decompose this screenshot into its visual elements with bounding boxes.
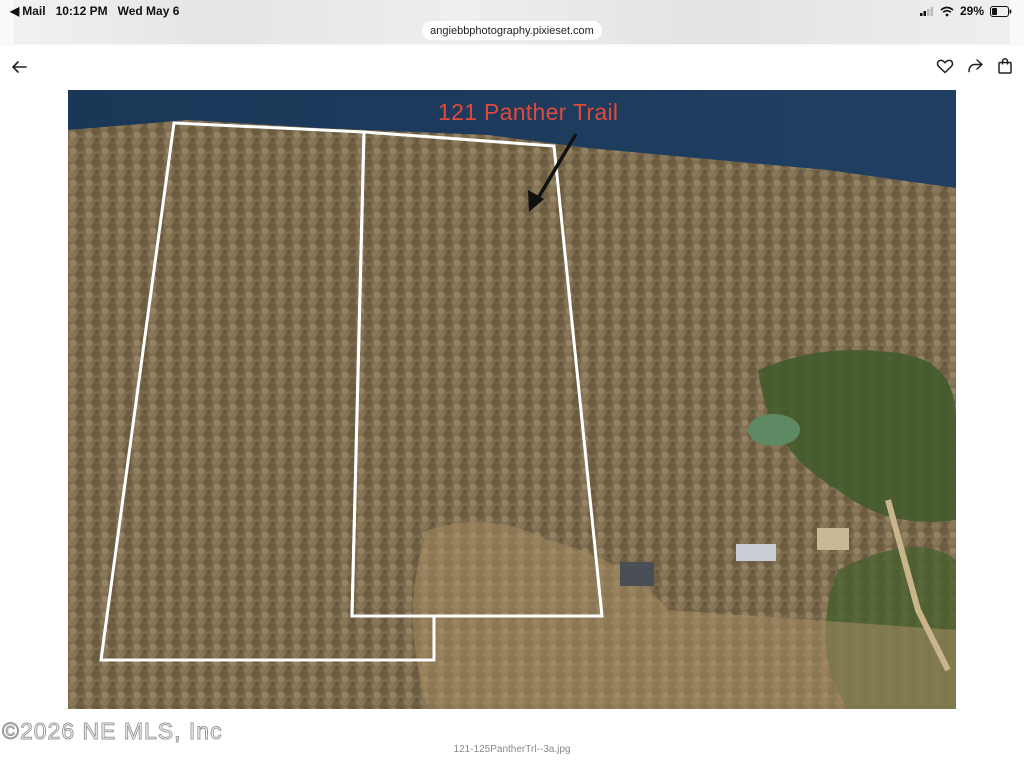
status-time: 10:12 PM bbox=[55, 4, 108, 18]
aerial-photo-drawing bbox=[68, 90, 956, 709]
house-roof-2 bbox=[736, 544, 776, 561]
cellular-signal-icon bbox=[919, 7, 933, 16]
share-arrow-icon[interactable] bbox=[966, 57, 984, 75]
battery-percent: 29% bbox=[959, 4, 984, 18]
url-bar[interactable]: angiebbphotography.pixieset.com bbox=[422, 21, 602, 40]
status-left: ◀ Mail 10:12 PM Wed May 6 bbox=[10, 4, 179, 18]
mls-watermark: ©2026 NE MLS, Inc bbox=[2, 718, 223, 745]
status-date: Wed May 6 bbox=[117, 4, 180, 18]
back-arrow-icon[interactable] bbox=[10, 58, 28, 76]
image-filename: 121-125PantherTrl--3a.jpg bbox=[453, 744, 571, 755]
battery-icon bbox=[990, 5, 1012, 17]
house-roof-1 bbox=[620, 562, 654, 586]
house-roof-3 bbox=[817, 528, 849, 550]
status-right: 29% bbox=[919, 4, 1012, 18]
ios-status-bar: ◀ Mail 10:12 PM Wed May 6 29% angiebbpho… bbox=[0, 0, 1024, 46]
toolbar-actions bbox=[936, 57, 1014, 75]
pond bbox=[748, 414, 800, 446]
gallery-toolbar bbox=[0, 52, 1024, 82]
property-label-overlay: 121 Panther Trail bbox=[438, 99, 619, 125]
heart-icon[interactable] bbox=[936, 57, 954, 75]
back-triangle-icon: ◀ bbox=[10, 4, 20, 18]
aerial-property-photo[interactable] bbox=[68, 90, 956, 709]
wifi-icon bbox=[940, 6, 954, 16]
back-app-label: Mail bbox=[22, 4, 46, 18]
shopping-bag-icon[interactable] bbox=[996, 57, 1014, 75]
back-to-app-link[interactable]: ◀ Mail bbox=[10, 4, 46, 18]
url-text: angiebbphotography.pixieset.com bbox=[430, 24, 594, 37]
